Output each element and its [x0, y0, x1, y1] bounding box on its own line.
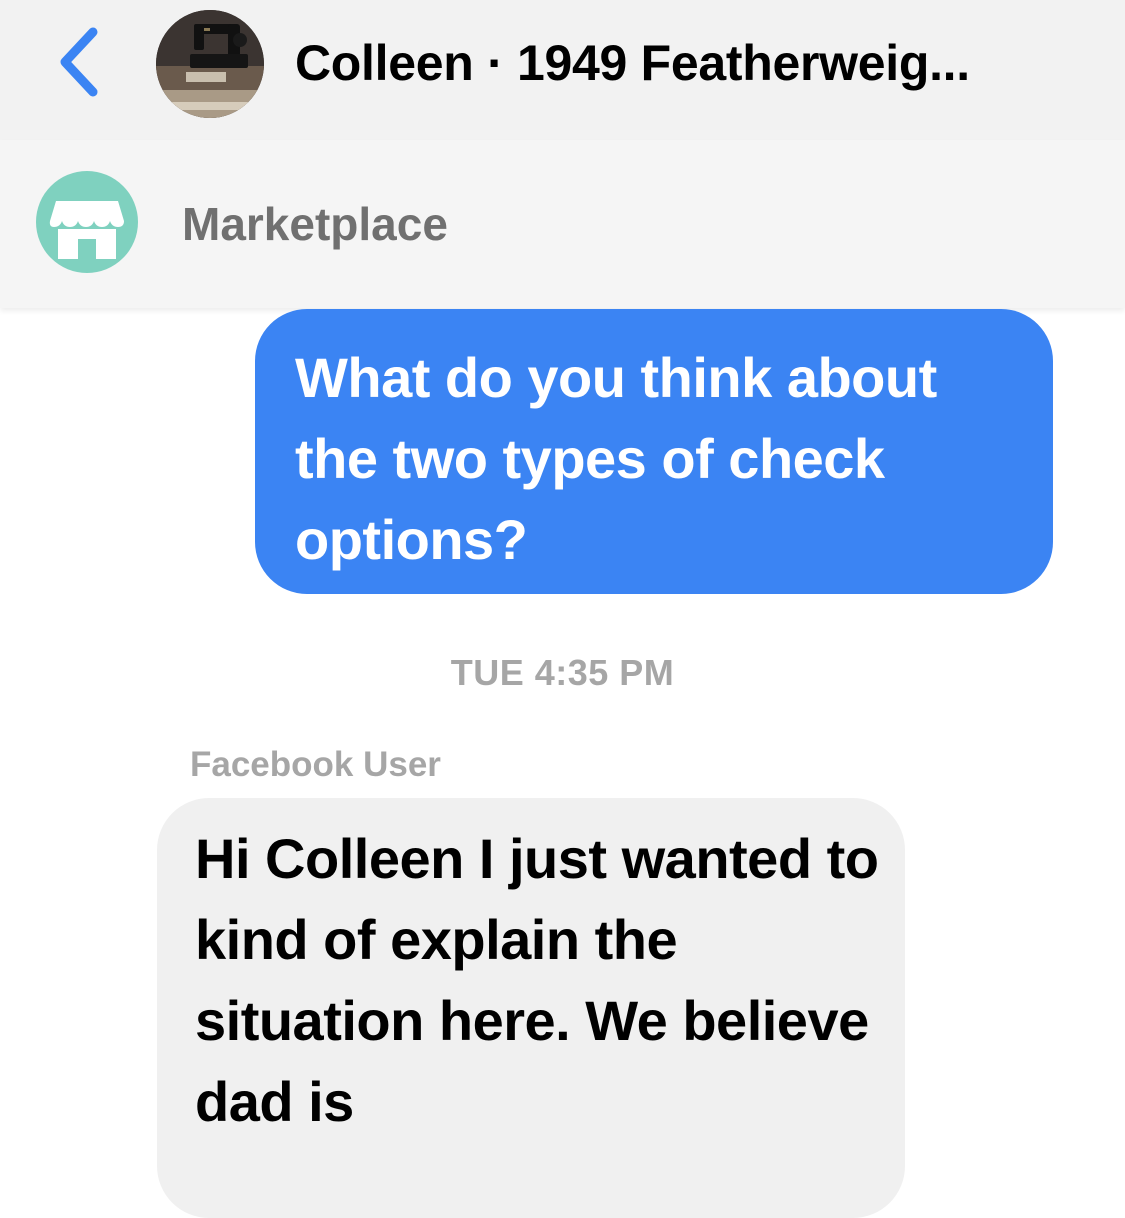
message-timestamp: TUE 4:35 PM — [450, 652, 675, 693]
sender-name: Facebook User — [190, 745, 441, 784]
incoming-message-bubble[interactable]: Hi Colleen I just wanted to kind of expl… — [157, 798, 905, 1218]
conversation-header: Colleen · 1949 Featherweig... — [0, 0, 1125, 140]
message-text: What do you think about the two types of… — [295, 346, 937, 571]
conversation-title[interactable]: Colleen · 1949 Featherweig... — [295, 30, 1075, 96]
storefront-icon — [36, 171, 138, 273]
marketplace-label: Marketplace — [182, 198, 448, 250]
avatar[interactable] — [156, 10, 264, 118]
outgoing-message-bubble[interactable]: What do you think about the two types of… — [255, 309, 1053, 594]
chevron-left-icon — [60, 27, 98, 97]
back-button[interactable] — [48, 22, 108, 102]
marketplace-banner[interactable]: Marketplace — [0, 140, 1125, 308]
message-text: Hi Colleen I just wanted to kind of expl… — [195, 827, 879, 1133]
